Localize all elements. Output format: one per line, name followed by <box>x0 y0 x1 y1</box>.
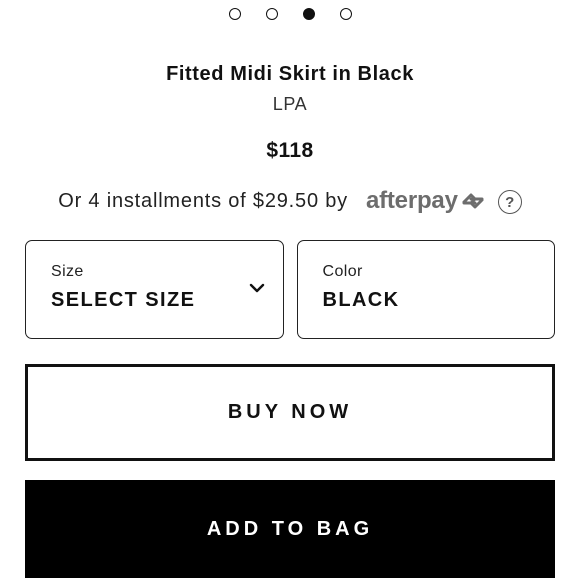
add-to-bag-button[interactable]: ADD TO BAG <box>25 480 555 578</box>
carousel-dot-1[interactable] <box>228 8 241 20</box>
buy-now-button[interactable]: BUY NOW <box>25 364 555 461</box>
size-label: Size <box>51 263 84 280</box>
carousel-indicator <box>0 8 580 22</box>
product-price: $118 <box>266 139 314 162</box>
chevron-down-icon <box>249 283 264 293</box>
size-value: SELECT SIZE <box>51 289 196 311</box>
installments-row: Or 4 installments of $29.50 by afterpay … <box>0 186 580 216</box>
afterpay-wordmark: afterpay <box>365 187 458 214</box>
color-selector[interactable]: Color BLACK <box>296 240 555 339</box>
size-selector[interactable]: Size SELECT SIZE <box>25 240 284 339</box>
question-circle-icon[interactable]: ? <box>497 190 522 214</box>
color-label: Color <box>322 263 363 280</box>
afterpay-arrows-icon <box>462 193 484 209</box>
installments-text: Or 4 installments of $29.50 by <box>58 189 348 212</box>
afterpay-logo[interactable]: afterpay <box>366 187 486 215</box>
carousel-dot-4[interactable] <box>339 8 352 20</box>
carousel-dot-2[interactable] <box>265 8 278 20</box>
color-value: BLACK <box>322 289 400 311</box>
carousel-dot-3-active[interactable] <box>302 8 315 20</box>
product-title: Fitted Midi Skirt in Black <box>166 63 414 85</box>
product-brand: LPA <box>272 94 308 114</box>
variant-selectors: Size SELECT SIZE Color BLACK <box>25 240 555 339</box>
